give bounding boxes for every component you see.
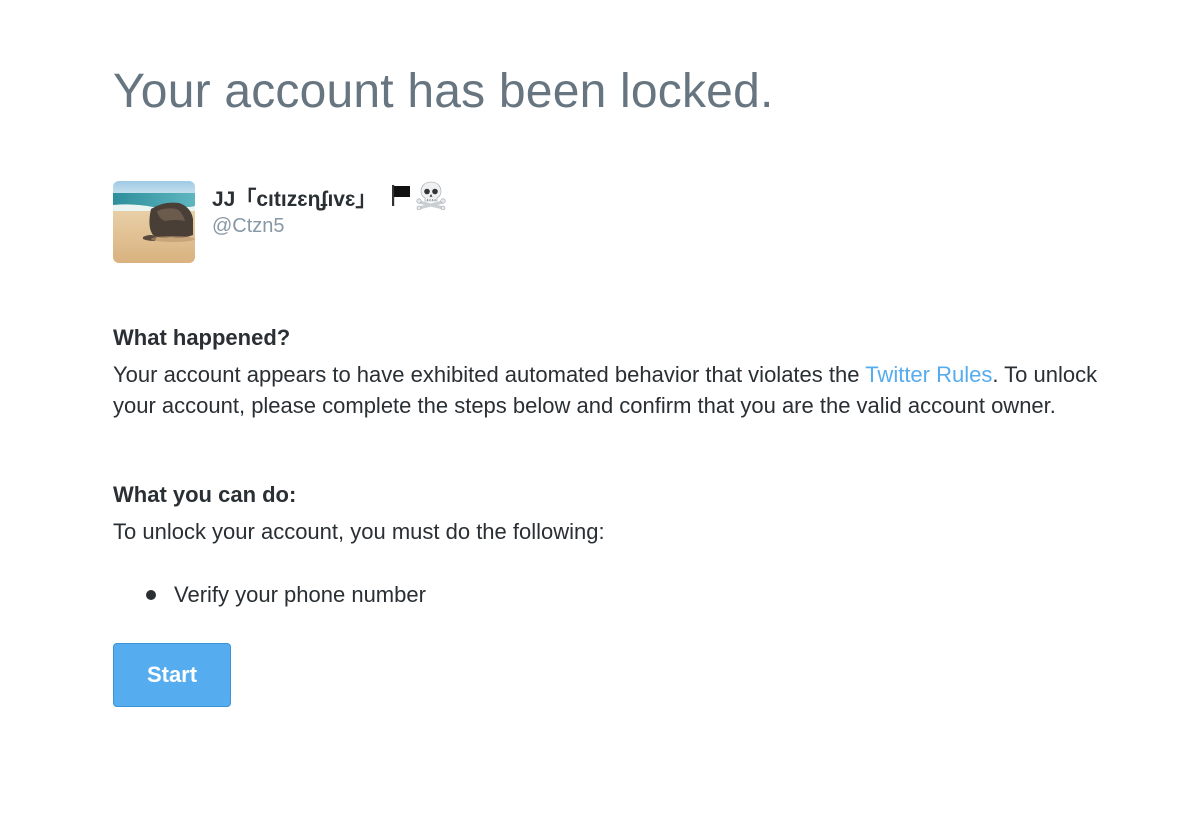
- what-happened-text-start: Your account appears to have exhibited a…: [113, 362, 866, 387]
- what-you-can-do-heading: What you can do:: [113, 482, 297, 507]
- what-happened-heading: What happened?: [113, 325, 291, 350]
- bullet-icon: [146, 590, 156, 600]
- display-name: JJ「cıtızɛɳʄıvɛ」: [212, 180, 446, 216]
- account-info: JJ「cıtızɛɳʄıvɛ」 @Ctzn5: [212, 181, 446, 263]
- what-you-can-do-intro: To unlock your account, you must do the …: [113, 519, 605, 544]
- display-name-text: JJ「cıtızɛɳʄıvɛ」: [212, 188, 377, 211]
- page-title: Your account has been locked.: [113, 65, 774, 118]
- start-button[interactable]: Start: [113, 643, 231, 707]
- unlock-steps-list: Verify your phone number: [113, 579, 426, 610]
- twitter-rules-link[interactable]: Twitter Rules: [865, 362, 992, 387]
- locked-account-page: Your account has been locked. JJ「cıtızɛɳ…: [0, 0, 1200, 827]
- what-happened-text: Your account appears to have exhibited a…: [113, 359, 1113, 421]
- list-item: Verify your phone number: [113, 579, 426, 610]
- skull-crossbones-icon: [416, 180, 446, 216]
- step-label: Verify your phone number: [174, 582, 426, 607]
- avatar: [113, 181, 195, 263]
- account-handle: @Ctzn5: [212, 215, 285, 237]
- black-flag-icon: [390, 183, 412, 213]
- account-card: JJ「cıtızɛɳʄıvɛ」 @Ctzn5: [113, 181, 446, 263]
- avatar-beach-image: [113, 181, 195, 263]
